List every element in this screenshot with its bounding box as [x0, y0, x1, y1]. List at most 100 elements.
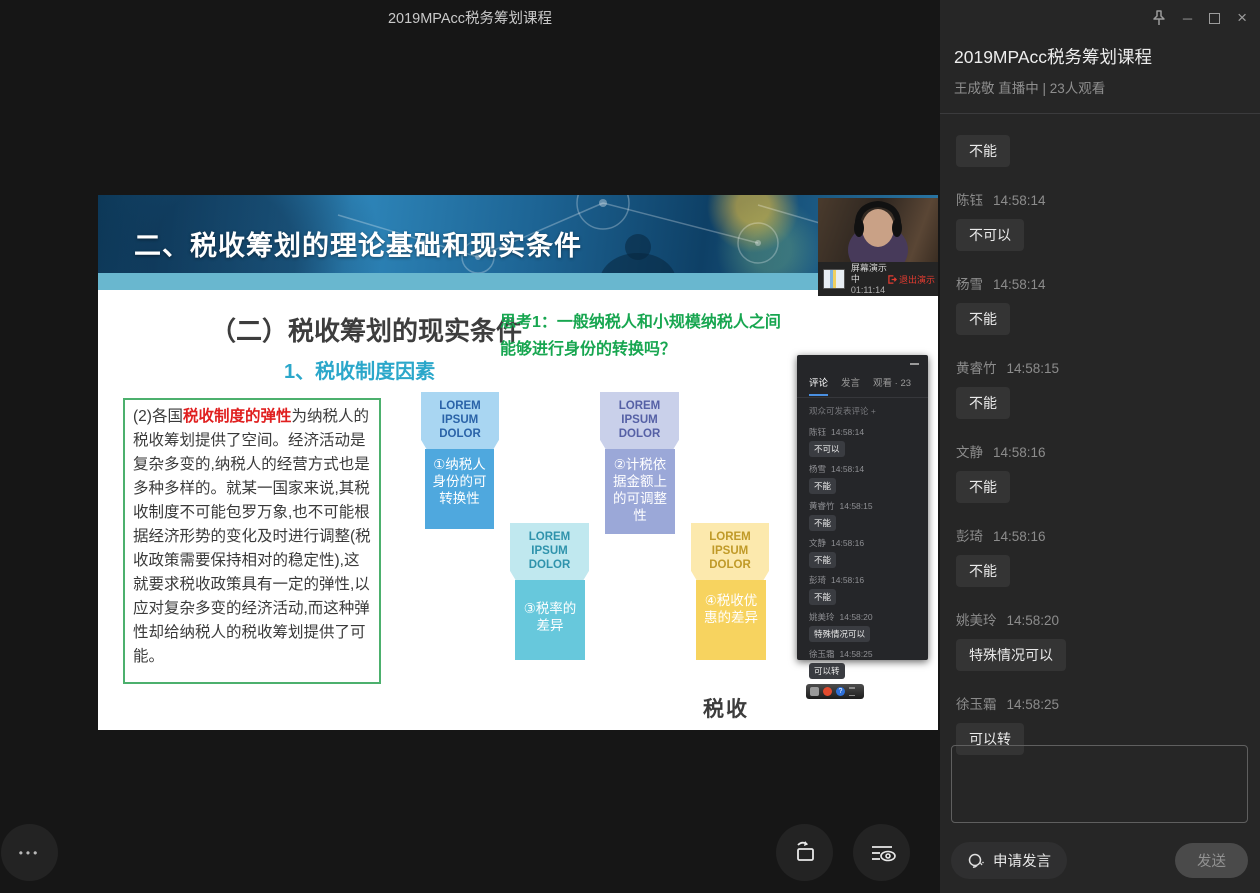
- chat-sender: 徐玉霜: [956, 697, 997, 712]
- slide-question-line2: 能够进行身份的转换吗？: [500, 336, 781, 363]
- mini-message-bubble: 不能: [809, 552, 836, 568]
- exit-presentation-label: 退出演示: [899, 273, 935, 286]
- banner-strip: [98, 273, 938, 290]
- block3-header: LOREM IPSUM DOLOR: [510, 523, 589, 580]
- screenshare-timer: 01:11:14: [851, 285, 888, 296]
- chat-bubble: 不能: [956, 303, 1010, 335]
- exit-icon: [888, 275, 897, 284]
- mini-message-name: 杨雪: [809, 464, 826, 474]
- chat-sender: 杨雪: [956, 277, 983, 292]
- mini-tab-speak[interactable]: 发言: [841, 375, 860, 396]
- chat-message: 黄睿竹 14:58:15 不能: [956, 357, 1246, 419]
- mini-message-time: 14:58:16: [831, 538, 864, 548]
- chat-message: 杨雪 14:58:14 不能: [956, 273, 1246, 335]
- presenter-silhouette: [818, 198, 938, 262]
- block4-header: LOREM IPSUM DOLOR: [691, 523, 769, 580]
- help-icon[interactable]: ?: [836, 687, 845, 696]
- chat-sidebar: ─ × 2019MPAcc税务筹划课程 王成敬 直播中 | 23人观看 不能 陈…: [940, 0, 1260, 893]
- mini-panel-messages: 陈钰14:58:14 不可以 杨雪14:58:14 不能 黄睿竹14:58:15…: [809, 426, 919, 685]
- more-options-icon: •••: [19, 846, 41, 860]
- mini-message-name: 彭琦: [809, 575, 826, 585]
- slide-banner-title: 二、税收筹划的理论基础和现实条件: [134, 224, 582, 263]
- toolbar-handle-icon[interactable]: [849, 687, 855, 696]
- mini-message-bubble: 不能: [809, 589, 836, 605]
- mini-message-bubble: 特殊情况可以: [809, 626, 870, 642]
- mini-panel-tabs: 评论 发言 观看 · 23: [809, 375, 911, 396]
- red-app-icon[interactable]: [823, 687, 832, 696]
- chat-sender: 黄睿竹: [956, 361, 997, 376]
- mini-panel-minimize-icon[interactable]: [910, 363, 919, 365]
- mini-message-time: 14:58:20: [840, 612, 873, 622]
- chat-timestamp: 14:58:16: [993, 445, 1046, 460]
- toggle-chat-overlay-button[interactable]: [853, 824, 910, 881]
- mini-message-name: 陈钰: [809, 427, 826, 437]
- screenshare-bar: 屏幕演示中 01:11:14 退出演示: [818, 262, 938, 296]
- mini-panel-divider: [797, 397, 928, 398]
- maximize-icon[interactable]: [1209, 10, 1220, 26]
- slide-subsection-title: 1、税收制度因素: [284, 355, 435, 384]
- chat-bubble: 不能: [956, 471, 1010, 503]
- paragraph-prefix: (2)各国: [133, 408, 183, 425]
- gray-badge-icon[interactable]: [810, 687, 819, 696]
- chat-bubble: 不可以: [956, 219, 1024, 251]
- mini-message: 姚美玲14:58:20 特殊情况可以: [809, 611, 919, 642]
- chat-timestamp: 14:58:15: [1007, 361, 1060, 376]
- slide-paragraph-box: (2)各国税收制度的弹性为纳税人的税收筹划提供了空间。经济活动是复杂多变的,纳税…: [123, 398, 381, 684]
- chat-message-list: 不能 陈钰 14:58:14 不可以 杨雪 14:58:14 不能 黄睿竹 14:58…: [956, 135, 1246, 777]
- slide-footer-label: 税收: [703, 693, 749, 723]
- pin-icon[interactable]: [1152, 10, 1166, 26]
- chat-timestamp: 14:58:14: [993, 277, 1046, 292]
- mini-tab-comments[interactable]: 评论: [809, 375, 828, 396]
- rotate-screen-button[interactable]: [776, 824, 833, 881]
- speak-icon: [967, 852, 985, 870]
- chat-message: 彭琦14:58:16 不能: [956, 525, 1246, 587]
- block1-body: ①纳税人身份的可转换性: [425, 449, 494, 529]
- stage-area: 2019MPAcc税务筹划课程: [0, 0, 940, 893]
- send-button[interactable]: 发送: [1175, 843, 1248, 878]
- chat-bubble: 不能: [956, 387, 1010, 419]
- chat-message: 文静 14:58:16 不能: [956, 441, 1246, 503]
- mini-message-name: 徐玉霜: [809, 649, 835, 659]
- sidebar-divider: [940, 113, 1260, 114]
- minimize-icon[interactable]: ─: [1183, 10, 1192, 26]
- mini-panel-notice: 观众可发表评论 +: [809, 405, 876, 417]
- floating-toolbar: ?: [806, 684, 864, 699]
- request-speak-button[interactable]: 申请发言: [951, 842, 1067, 879]
- paragraph-rest: 为纳税人的税收筹划提供了空间。经济活动是复杂多变的,纳税人的经营方式也是多种多样…: [133, 408, 371, 665]
- presenter-status: 王成敬 直播中 | 23人观看: [954, 77, 1105, 97]
- course-title: 2019MPAcc税务筹划课程: [954, 44, 1152, 69]
- slide-section-title: （二）税收筹划的现实条件: [210, 311, 522, 348]
- chat-sender: 文静: [956, 445, 983, 460]
- mini-message-time: 14:58:15: [840, 501, 873, 511]
- more-options-button[interactable]: •••: [1, 824, 58, 881]
- chat-bubble: 不能: [956, 135, 1010, 167]
- block3-body: ③税率的差异: [515, 580, 585, 660]
- list-eye-icon: [866, 838, 898, 868]
- screenshare-thumbnail: [823, 269, 845, 289]
- block2-body: ②计税依据金额上的可调整性: [605, 449, 675, 534]
- mini-message: 黄睿竹14:58:15 不能: [809, 500, 919, 531]
- chat-timestamp: 14:58:25: [1007, 697, 1060, 712]
- mini-message: 杨雪14:58:14 不能: [809, 463, 919, 494]
- chat-message: 姚美玲14:58:20 特殊情况可以: [956, 609, 1246, 671]
- slide-banner: 二、税收筹划的理论基础和现实条件: [98, 195, 938, 273]
- chat-timestamp: 14:58:14: [993, 193, 1046, 208]
- mini-message-time: 14:58:14: [831, 464, 864, 474]
- rotate-screen-icon: [790, 838, 820, 868]
- mini-message-time: 14:58:16: [831, 575, 864, 585]
- slide-question-line1: 思考1：一般纳税人和小规模纳税人之间: [500, 309, 781, 336]
- block2-header: LOREM IPSUM DOLOR: [600, 392, 679, 449]
- chat-sender: 彭琦: [956, 529, 983, 544]
- exit-presentation-button[interactable]: 退出演示: [888, 273, 935, 286]
- screenshare-status: 屏幕演示中: [851, 263, 888, 285]
- close-icon[interactable]: ×: [1237, 10, 1247, 26]
- mini-message: 彭琦 14:58:16 不能: [809, 574, 919, 605]
- mini-chat-panel: 评论 发言 观看 · 23 观众可发表评论 + 陈钰14:58:14 不可以 杨…: [797, 355, 928, 660]
- chat-input[interactable]: [951, 745, 1248, 823]
- chat-bubble: 不能: [956, 555, 1010, 587]
- block1-header: LOREM IPSUM DOLOR: [421, 392, 499, 449]
- screenshare-status-block: 屏幕演示中 01:11:14: [851, 263, 888, 296]
- mini-tab-viewers[interactable]: 观看 · 23: [873, 375, 911, 396]
- mini-message: 徐玉霜14:58:25 可以转: [809, 648, 919, 679]
- chat-sender: 陈钰: [956, 193, 983, 208]
